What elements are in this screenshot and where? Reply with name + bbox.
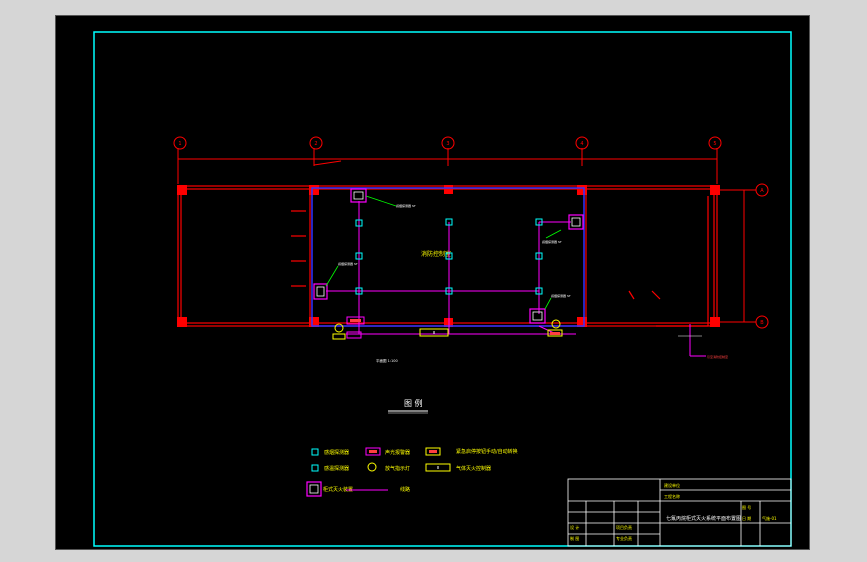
extinguisher-bottle: [571, 217, 581, 227]
room-label: 消防控制室: [421, 250, 451, 258]
legend-heat-detector: 感温探测器: [311, 464, 349, 472]
drawing-sheet: 1 2 3 4 5 A B 消防控制室 感烟探测器 ST 感烟探测器 ST 感烟…: [55, 15, 810, 550]
legend-sounder: 声光报警器: [365, 447, 410, 456]
axis-bubble-3: 3: [441, 136, 455, 150]
callout-label: 感烟探测器 ST: [338, 261, 358, 266]
title-block-label: 项目负责: [616, 524, 632, 530]
svg-text:线路: 线路: [400, 486, 410, 493]
svg-text:紧急启停按钮手动/自动转换: 紧急启停按钮手动/自动转换: [456, 448, 518, 455]
border-frame: [93, 31, 792, 547]
legend-manual-button: 紧急启停按钮手动/自动转换: [425, 447, 518, 456]
title-block-label: 设 计: [570, 524, 579, 530]
svg-text:2: 2: [314, 141, 317, 147]
extinguisher-cabinet: [529, 308, 546, 324]
extinguisher-bottle: [353, 191, 364, 200]
legend-title: 图 例: [404, 398, 423, 408]
title-block-label: 制 图: [570, 535, 579, 541]
gas-controller: [419, 328, 449, 337]
legend-indicator-lamp: 放气指示灯: [367, 462, 410, 472]
title-block-label: 图 号: [742, 504, 751, 510]
title-block-label: 建设单位: [664, 482, 680, 488]
callout-label: 感烟探测器 ST: [542, 239, 562, 244]
svg-text:4: 4: [580, 141, 583, 147]
svg-text:感温探测器: 感温探测器: [324, 465, 349, 472]
axis-bubble-4: 4: [575, 136, 589, 150]
dimension-ticks: [177, 148, 718, 184]
axis-bubble-a: A: [755, 183, 769, 197]
legend-extinguisher-unit: 柜式灭火装置: [306, 481, 353, 497]
svg-text:5: 5: [713, 141, 716, 147]
svg-text:声光报警器: 声光报警器: [385, 449, 410, 456]
scale-note: 平面图 1:100: [376, 358, 398, 363]
riser: 引至消防控制室: [678, 324, 728, 359]
callout-label: 感烟探测器 ST: [396, 203, 416, 208]
svg-text:3: 3: [446, 141, 449, 147]
title-block-label: 工程名称: [664, 493, 680, 499]
svg-text:气体灭火控制器: 气体灭火控制器: [456, 465, 491, 472]
axis-bubble-2: 2: [309, 136, 323, 150]
svg-text:B: B: [760, 320, 764, 326]
title-block-label: 专业负责: [616, 535, 632, 541]
drawing-title: 七氟丙烷柜式灭火系统平面布置图: [666, 515, 741, 522]
svg-text:A: A: [760, 188, 764, 194]
legend-gas-bottle: 气体灭火控制器: [425, 463, 491, 472]
door-devices-right: [547, 319, 563, 337]
legend-wiring: 线路: [346, 486, 410, 493]
legend-smoke-detector: 感烟探测器: [311, 448, 349, 456]
svg-text:1: 1: [178, 141, 181, 147]
extinguisher-cabinet: [350, 188, 367, 203]
axis-bubble-b: B: [755, 315, 769, 329]
svg-text:放气指示灯: 放气指示灯: [385, 465, 410, 472]
axis-bubble-1: 1: [173, 136, 187, 150]
riser-label: 引至消防控制室: [707, 354, 728, 359]
axis-bubble-5: 5: [708, 136, 722, 150]
svg-text:感烟探测器: 感烟探测器: [324, 449, 349, 456]
callout-label: 感烟探测器 ST: [551, 293, 571, 298]
drawing-number: 气施-01: [762, 515, 777, 521]
title-block: [567, 478, 792, 547]
extinguisher-bottle: [532, 311, 543, 321]
cad-drawing: 1 2 3 4 5 A B 消防控制室 感烟探测器 ST 感烟探测器 ST 感烟…: [93, 31, 792, 547]
extinguisher-bottle: [316, 286, 325, 297]
extinguisher-cabinet: [313, 283, 328, 300]
extinguisher-cabinet: [568, 214, 584, 230]
title-block-label: 日 期: [742, 515, 751, 521]
wiring: [326, 201, 576, 335]
